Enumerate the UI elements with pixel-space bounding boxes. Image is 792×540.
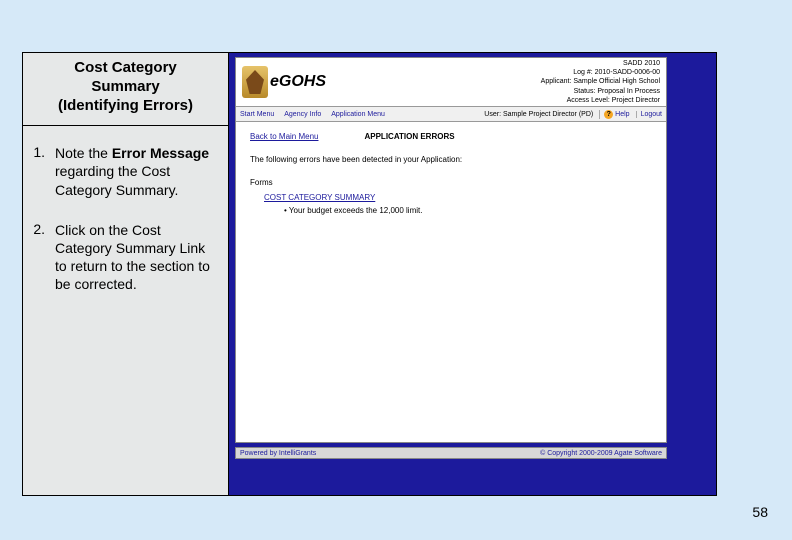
title-line-2: Summary	[27, 78, 224, 97]
content-top-row: Back to Main Menu APPLICATION ERRORS	[250, 132, 652, 141]
step-num: 2.	[31, 221, 45, 294]
header-info-line: SADD 2010	[541, 59, 660, 68]
step-2: 2. Click on the Cost Category Summary Li…	[31, 221, 218, 294]
app-footer: Powered by IntelliGrants © Copyright 200…	[235, 447, 667, 459]
menu-logout[interactable]: Logout	[636, 111, 662, 118]
errors-heading: APPLICATION ERRORS	[364, 132, 454, 141]
header-info: SADD 2010 Log #: 2010-SADD-0006-00 Appli…	[541, 59, 660, 104]
error-bullet: Your budget exceeds the 12,000 limit.	[284, 206, 652, 215]
forms-label: Forms	[250, 178, 652, 187]
app-window: eGOHS SADD 2010 Log #: 2010-SADD-0006-00…	[235, 57, 667, 443]
app-logo: eGOHS	[242, 66, 326, 98]
menu-help[interactable]: ? Help	[599, 110, 629, 119]
help-icon: ?	[604, 110, 613, 119]
back-link[interactable]: Back to Main Menu	[250, 132, 318, 141]
menu-right: User: Sample Project Director (PD) ? Hel…	[484, 110, 662, 119]
user-label: User: Sample Project Director (PD)	[484, 111, 593, 118]
app-content: Back to Main Menu APPLICATION ERRORS The…	[236, 122, 666, 442]
screenshot-panel: eGOHS SADD 2010 Log #: 2010-SADD-0006-00…	[229, 53, 716, 495]
header-info-line: Applicant: Sample Official High School	[541, 77, 660, 86]
app-header: eGOHS SADD 2010 Log #: 2010-SADD-0006-00…	[236, 58, 666, 106]
steps-list: 1. Note the Error Message regarding the …	[23, 126, 228, 325]
header-info-line: Log #: 2010-SADD-0006-00	[541, 68, 660, 77]
step-text: Note the Error Message regarding the Cos…	[55, 144, 218, 199]
title-line-1: Cost Category	[27, 59, 224, 78]
header-info-line: Status: Proposal In Process	[541, 87, 660, 96]
menu-left: Start Menu Agency Info Application Menu	[240, 111, 385, 118]
header-info-line: Access Level: Project Director	[541, 96, 660, 105]
slide-frame: Cost Category Summary (Identifying Error…	[22, 52, 717, 496]
cost-category-summary-link[interactable]: COST CATEGORY SUMMARY	[264, 193, 652, 202]
step-1: 1. Note the Error Message regarding the …	[31, 144, 218, 199]
menu-start[interactable]: Start Menu	[240, 111, 274, 118]
title-line-3: (Identifying Errors)	[27, 97, 224, 116]
menu-application[interactable]: Application Menu	[331, 111, 385, 118]
footer-left: Powered by IntelliGrants	[240, 450, 316, 457]
logo-text: eGOHS	[270, 73, 326, 91]
menu-bar: Start Menu Agency Info Application Menu …	[236, 106, 666, 122]
page-number: 58	[752, 504, 768, 520]
footer-right: © Copyright 2000-2009 Agate Software	[540, 450, 662, 457]
title-box: Cost Category Summary (Identifying Error…	[23, 53, 228, 126]
logo-icon	[242, 66, 268, 98]
step-num: 1.	[31, 144, 45, 199]
step-text: Click on the Cost Category Summary Link …	[55, 221, 218, 294]
errors-intro: The following errors have been detected …	[250, 155, 652, 164]
left-panel: Cost Category Summary (Identifying Error…	[23, 53, 229, 495]
menu-agency[interactable]: Agency Info	[284, 111, 321, 118]
